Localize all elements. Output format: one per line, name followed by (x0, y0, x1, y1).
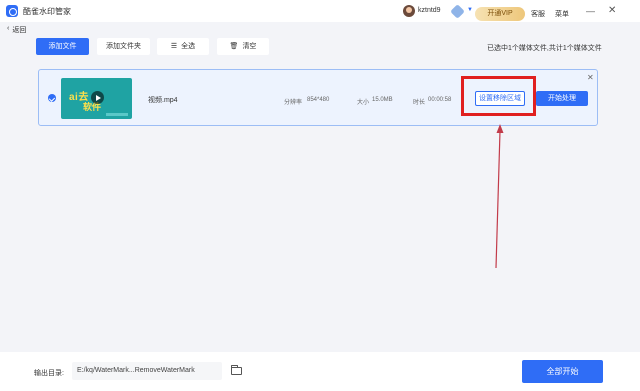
output-directory-label: 输出目录: (34, 370, 64, 377)
start-all-button[interactable]: 全部开始 (522, 360, 603, 383)
output-directory-field[interactable]: E:/kq/WaterMark...RemoveWaterMark (72, 362, 222, 380)
folder-open-icon[interactable] (231, 365, 242, 375)
annotation-arrow (495, 124, 504, 269)
